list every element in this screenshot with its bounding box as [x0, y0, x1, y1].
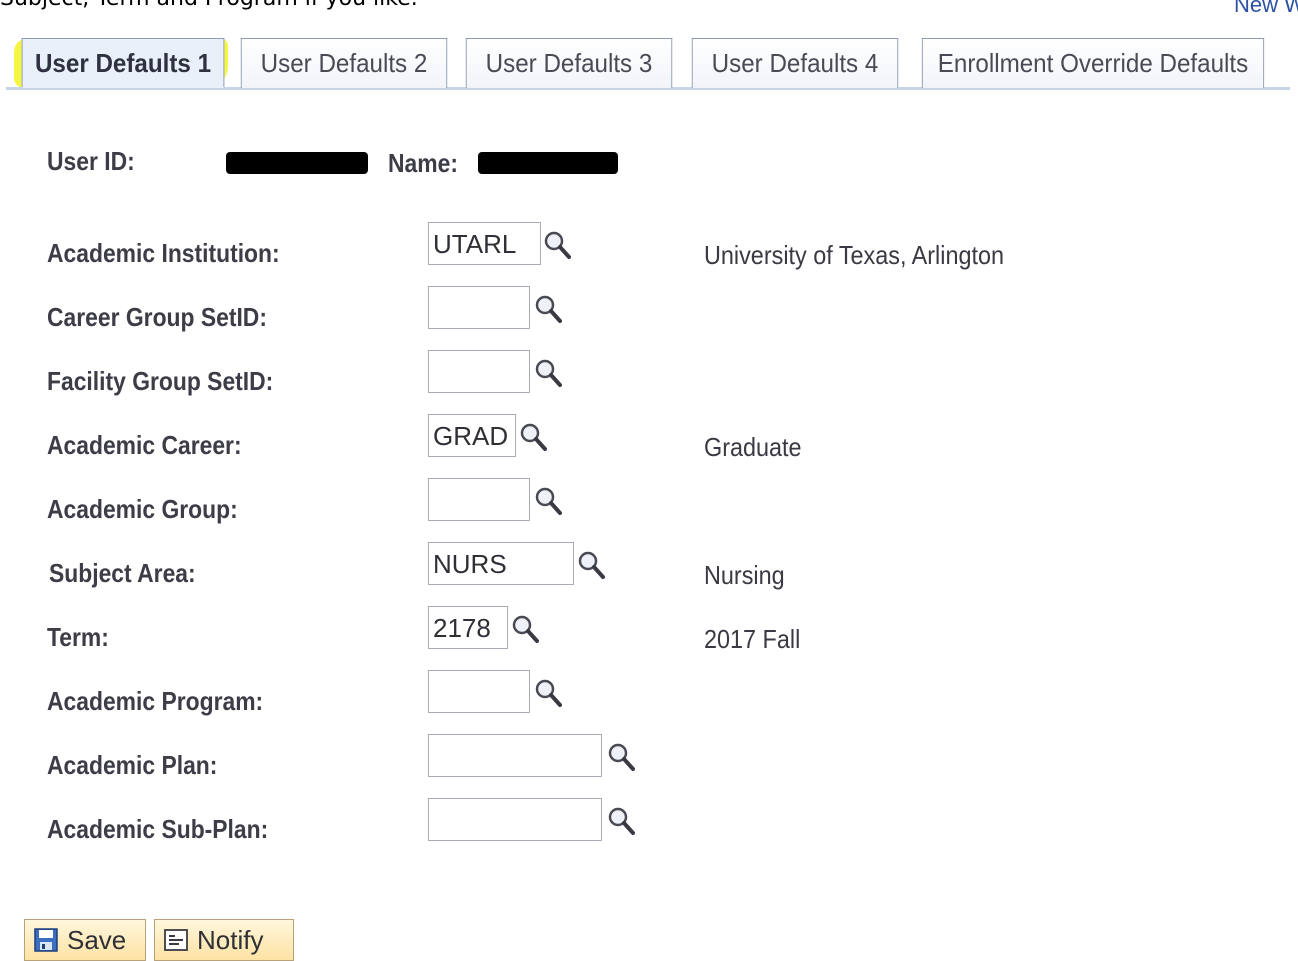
career-group-setid-field[interactable] [428, 286, 530, 329]
tab-bar: User Defaults 1 User Defaults 2 User Def… [6, 36, 1290, 90]
academic-group-field[interactable] [428, 478, 530, 521]
facility-group-setid-label: Facility Group SetID: [47, 366, 274, 396]
academic-group-label: Academic Group: [47, 494, 238, 524]
subject-area-field[interactable]: NURS [428, 542, 574, 585]
tab-enrollment-override-defaults[interactable]: Enrollment Override Defaults [921, 38, 1265, 88]
facility-group-setid-field[interactable] [428, 350, 530, 393]
tab-user-defaults-2[interactable]: User Defaults 2 [240, 38, 448, 88]
subject-area-label: Subject Area: [49, 558, 196, 588]
magnifier-lookup-icon[interactable] [533, 293, 563, 325]
magnifier-lookup-icon[interactable] [533, 485, 563, 517]
academic-sub-plan-field[interactable] [428, 798, 602, 841]
academic-institution-description: University of Texas, Arlington [704, 240, 1005, 270]
academic-institution-field[interactable]: UTARL [428, 222, 541, 265]
academic-sub-plan-label: Academic Sub-Plan: [47, 814, 269, 844]
magnifier-lookup-icon[interactable] [606, 805, 636, 837]
tab-user-defaults-1[interactable]: User Defaults 1 [21, 38, 225, 88]
redacted-user-id [226, 152, 368, 174]
magnifier-lookup-icon[interactable] [542, 229, 572, 261]
save-button-label: Save [67, 924, 127, 955]
tab-user-defaults-3[interactable]: User Defaults 3 [465, 38, 673, 88]
notify-button-label: Notify [197, 924, 264, 955]
magnifier-lookup-icon[interactable] [533, 357, 563, 389]
academic-program-label: Academic Program: [47, 686, 264, 716]
tab-user-defaults-4[interactable]: User Defaults 4 [691, 38, 899, 88]
save-button[interactable]: Save [24, 919, 146, 961]
academic-career-description: Graduate [704, 432, 802, 462]
intro-text: Subject, Term and Program if you like. [0, 0, 418, 11]
career-group-setid-label: Career Group SetID: [47, 302, 267, 332]
term-description: 2017 Fall [704, 624, 801, 654]
academic-plan-label: Academic Plan: [47, 750, 218, 780]
magnifier-lookup-icon[interactable] [606, 741, 636, 773]
academic-program-field[interactable] [428, 670, 530, 713]
academic-career-field[interactable]: GRAD [428, 414, 516, 457]
academic-career-label: Academic Career: [47, 430, 242, 460]
term-field[interactable]: 2178 [428, 606, 508, 649]
redacted-name [478, 152, 618, 174]
subject-area-description: Nursing [704, 560, 785, 590]
academic-plan-field[interactable] [428, 734, 602, 777]
academic-institution-label: Academic Institution: [47, 238, 280, 268]
floppy-disk-icon [34, 928, 58, 952]
term-label: Term: [47, 622, 109, 652]
magnifier-lookup-icon[interactable] [533, 677, 563, 709]
user-id-label: User ID: [47, 146, 135, 176]
name-label: Name: [388, 148, 458, 178]
new-window-link[interactable]: New W [1226, 0, 1298, 28]
magnifier-lookup-icon[interactable] [518, 421, 548, 453]
notify-button[interactable]: Notify [154, 919, 294, 961]
magnifier-lookup-icon[interactable] [510, 613, 540, 645]
magnifier-lookup-icon[interactable] [576, 549, 606, 581]
notify-icon [164, 929, 188, 951]
